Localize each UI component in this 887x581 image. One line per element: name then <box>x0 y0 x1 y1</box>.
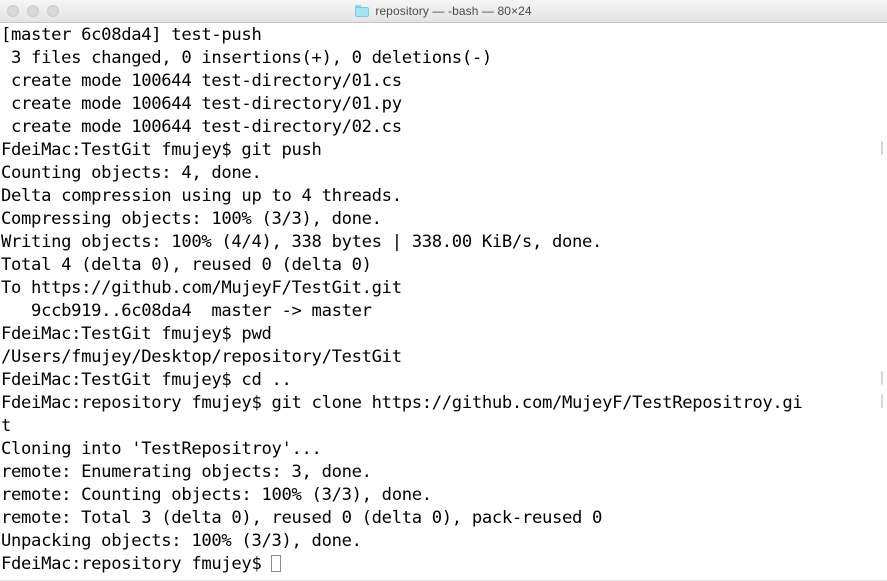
terminal-line: FdeiMac:TestGit fmujey$ pwd <box>1 324 272 344</box>
window-title: repository — -bash — 80×24 <box>375 4 532 18</box>
terminal-line: To https://github.com/MujeyF/TestGit.git <box>1 278 402 298</box>
zoom-button[interactable] <box>47 5 59 17</box>
terminal-line: Counting objects: 4, done. <box>1 163 262 183</box>
close-button[interactable] <box>7 5 19 17</box>
terminal-line: 3 files changed, 0 insertions(+), 0 dele… <box>1 48 492 68</box>
terminal-body[interactable]: [master 6c08da4] test-push 3 files chang… <box>0 23 887 581</box>
terminal-line: FdeiMac:TestGit fmujey$ git push <box>1 140 322 160</box>
terminal-line: remote: Total 3 (delta 0), reused 0 (del… <box>1 508 603 528</box>
terminal-line: create mode 100644 test-directory/01.cs <box>1 71 402 91</box>
terminal-line: t <box>1 416 12 436</box>
terminal-prompt-line[interactable]: FdeiMac:repository fmujey$ <box>1 553 887 576</box>
terminal-line: create mode 100644 test-directory/02.cs <box>1 117 402 137</box>
terminal-line: /Users/fmujey/Desktop/repository/TestGit <box>1 347 402 367</box>
terminal-line: Cloning into 'TestRepositroy'... <box>1 439 322 459</box>
terminal-line: remote: Enumerating objects: 3, done. <box>1 462 372 482</box>
terminal-line: remote: Counting objects: 100% (3/3), do… <box>1 485 432 505</box>
text-cursor <box>271 555 282 572</box>
shell-prompt: FdeiMac:repository fmujey$ <box>1 554 272 574</box>
terminal-line: FdeiMac:TestGit fmujey$ cd .. <box>1 370 292 390</box>
terminal-line: create mode 100644 test-directory/01.py <box>1 94 402 114</box>
terminal-line: Delta compression using up to 4 threads. <box>1 186 402 206</box>
terminal-line: 9ccb919..6c08da4 master -> master <box>1 301 372 321</box>
terminal-line: Total 4 (delta 0), reused 0 (delta 0) <box>1 255 372 275</box>
terminal-screen[interactable]: [master 6c08da4] test-push 3 files chang… <box>0 23 887 576</box>
scrollbar-tick[interactable] <box>881 371 883 385</box>
scrollbar-tick[interactable] <box>881 141 883 155</box>
terminal-line: FdeiMac:repository fmujey$ git clone htt… <box>1 393 803 413</box>
terminal-window: repository — -bash — 80×24 [master 6c08d… <box>0 0 887 581</box>
terminal-line: Compressing objects: 100% (3/3), done. <box>1 209 382 229</box>
terminal-line: [master 6c08da4] test-push <box>1 25 262 45</box>
terminal-line: Writing objects: 100% (4/4), 338 bytes |… <box>1 232 603 252</box>
window-controls <box>7 0 59 22</box>
terminal-scrollbar[interactable] <box>873 23 887 581</box>
window-titlebar[interactable]: repository — -bash — 80×24 <box>0 0 887 23</box>
folder-icon <box>355 5 370 17</box>
minimize-button[interactable] <box>27 5 39 17</box>
window-title-group: repository — -bash — 80×24 <box>0 0 887 22</box>
terminal-line: Unpacking objects: 100% (3/3), done. <box>1 531 362 551</box>
scrollbar-tick[interactable] <box>881 394 883 408</box>
